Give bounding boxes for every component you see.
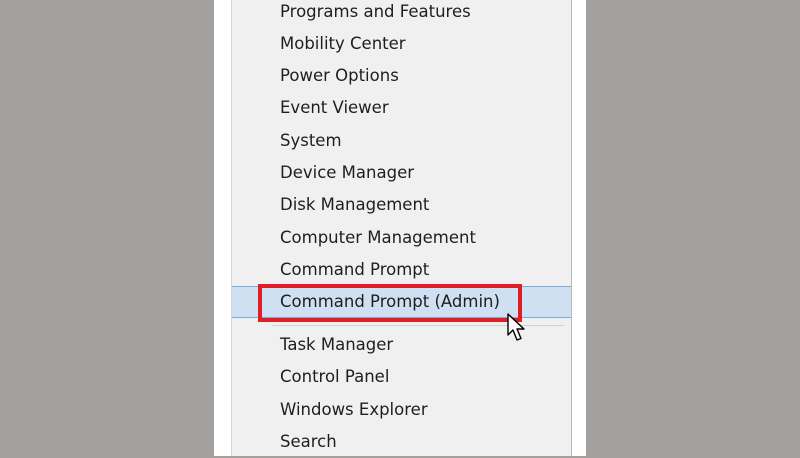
menu-item-label: Command Prompt	[280, 260, 430, 279]
menu-item-label: Device Manager	[280, 163, 414, 182]
menu-item-programs-and-features[interactable]: Programs and Features	[232, 0, 571, 28]
menu-item-computer-management[interactable]: Computer Management	[232, 222, 571, 254]
menu-item-search[interactable]: Search	[232, 426, 571, 458]
menu-item-windows-explorer[interactable]: Windows Explorer	[232, 394, 571, 426]
menu-item-label: Windows Explorer	[280, 400, 428, 419]
menu-item-event-viewer[interactable]: Event Viewer	[232, 92, 571, 124]
menu-item-label: Search	[280, 432, 337, 451]
mouse-pointer-icon	[507, 313, 525, 341]
menu-item-disk-management[interactable]: Disk Management	[232, 189, 571, 221]
menu-item-label: Disk Management	[280, 195, 430, 214]
menu-item-label: Task Manager	[280, 335, 394, 354]
highlight-callout-box	[258, 284, 522, 322]
menu-item-power-options[interactable]: Power Options	[232, 60, 571, 92]
menu-item-label: System	[280, 131, 342, 150]
menu-item-label: Event Viewer	[280, 98, 389, 117]
menu-item-label: Power Options	[280, 66, 399, 85]
menu-item-label: Programs and Features	[280, 2, 471, 21]
menu-item-command-prompt[interactable]: Command Prompt	[232, 254, 571, 286]
menu-item-control-panel[interactable]: Control Panel	[232, 361, 571, 393]
quick-link-menu: Programs and Features Mobility Center Po…	[231, 0, 572, 456]
menu-item-label: Control Panel	[280, 367, 390, 386]
menu-item-mobility-center[interactable]: Mobility Center	[232, 28, 571, 60]
menu-item-label: Mobility Center	[280, 34, 406, 53]
menu-item-label: Computer Management	[280, 228, 476, 247]
menu-item-device-manager[interactable]: Device Manager	[232, 157, 571, 189]
menu-item-system[interactable]: System	[232, 125, 571, 157]
